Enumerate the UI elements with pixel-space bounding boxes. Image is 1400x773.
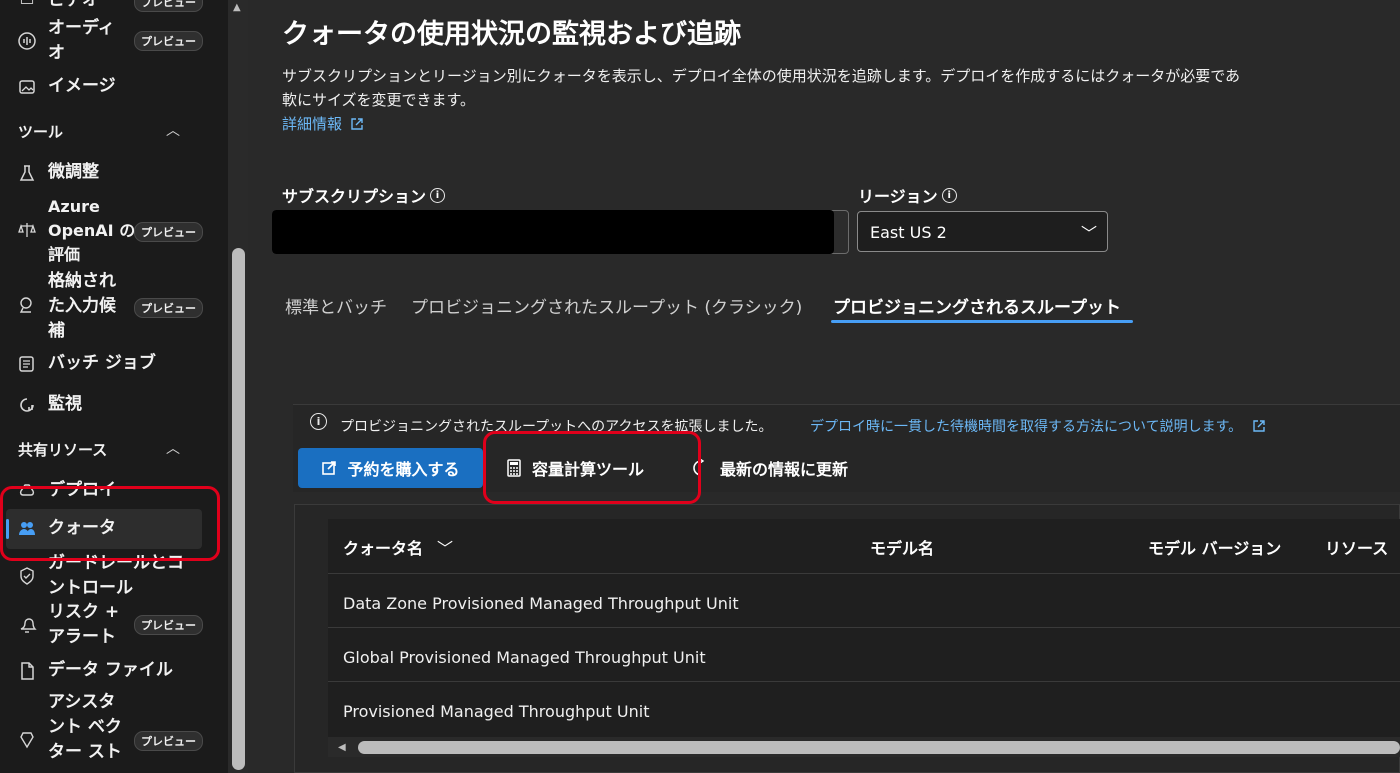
preview-badge: プレビュー: [134, 298, 203, 318]
scroll-up-arrow-icon[interactable]: ▲: [233, 2, 241, 13]
sidebar-item-label: Azure OpenAI の 評価: [48, 197, 136, 264]
column-header-resource[interactable]: リソース: [1325, 535, 1388, 559]
horizontal-scrollbar-thumb[interactable]: [358, 741, 1400, 754]
sidebar-item-risk-alerts[interactable]: リスク + アラート プレビュー: [0, 600, 210, 650]
scroll-left-arrow-icon[interactable]: ◀: [338, 742, 346, 753]
shared-section-heading: 共有リソース: [18, 441, 108, 459]
page-description: サブスクリプションとリージョン別にクォータを表示し、デプロイ全体の使用状況を追跡…: [282, 67, 1241, 85]
file-icon: [16, 660, 38, 682]
table-row[interactable]: Data Zone Provisioned Managed Throughput…: [343, 594, 739, 613]
audio-icon: [16, 30, 38, 52]
column-header-quota-name[interactable]: クォータ名 ﹀: [343, 535, 453, 559]
video-icon: ▭: [16, 0, 38, 10]
scale-icon: [16, 219, 38, 241]
sidebar-item-video[interactable]: ▭ ビデオ プレビュー: [0, 0, 210, 14]
preview-badge: プレビュー: [134, 731, 203, 751]
learn-more-label: 詳細情報: [282, 115, 343, 133]
vector-store-icon: [16, 728, 38, 750]
active-tab-indicator: [831, 320, 1133, 323]
tab-standard-batch[interactable]: 標準とバッチ: [285, 293, 387, 318]
sidebar-item-label: バッチ ジョブ: [48, 353, 156, 373]
batch-icon: [16, 353, 38, 375]
region-label-text: リージョン: [858, 187, 938, 206]
tab-provisioned-classic[interactable]: プロビジョニングされたスループット (クラシック): [411, 293, 802, 318]
collapse-chevron-icon[interactable]: ︿: [166, 438, 180, 458]
quota-highlight-box: [0, 486, 220, 561]
row-divider: [328, 573, 1400, 574]
sidebar-item-stored-completions[interactable]: 格納され た入力候 補 プレビュー: [0, 269, 210, 344]
sidebar-item-vector-store[interactable]: アシスタ ント ベク ター スト プレビュー: [0, 690, 210, 765]
sidebar: ▭ ビデオ プレビュー オーディ オ プレビュー イメージ ツール ︿ 微調整 …: [0, 0, 228, 773]
sidebar-item-batch[interactable]: バッチ ジョブ: [0, 351, 210, 379]
info-icon: i: [310, 413, 327, 430]
row-divider: [328, 681, 1400, 682]
sort-chevron-icon[interactable]: ﹀: [437, 535, 453, 559]
sidebar-item-finetune[interactable]: 微調整: [0, 160, 210, 188]
shield-icon: [16, 565, 38, 587]
banner-link[interactable]: デプロイ時に一貫した待機時間を取得する方法について説明します。: [810, 416, 1266, 436]
subscription-label: サブスクリプション i: [282, 183, 446, 207]
alert-icon: [16, 614, 38, 636]
column-header-model-version[interactable]: モデル バージョン: [1148, 535, 1281, 559]
sidebar-item-label: 監視: [48, 394, 82, 414]
image-icon: [16, 76, 38, 98]
open-external-icon: [322, 461, 337, 475]
sidebar-item-monitor[interactable]: 監視: [0, 392, 210, 420]
preview-badge: プレビュー: [134, 222, 203, 242]
scrollbar-thumb[interactable]: [232, 248, 245, 770]
external-link-icon: [1253, 420, 1265, 432]
sidebar-item-label: アシスタ ント ベク ター スト: [48, 692, 122, 762]
table-row[interactable]: Provisioned Managed Throughput Unit: [343, 702, 649, 721]
page-description-continued: 軟にサイズを変更できます。: [282, 91, 476, 109]
preview-badge: プレビュー: [134, 0, 203, 12]
info-icon[interactable]: i: [941, 187, 957, 203]
chevron-down-icon: ﹀: [1080, 224, 1097, 243]
main-content: クォータの使用状況の監視および追跡 サブスクリプションとリージョン別にクォータを…: [248, 0, 1400, 773]
purchase-reservation-label: 予約を購入する: [347, 460, 460, 479]
purchase-reservation-button[interactable]: 予約を購入する: [298, 448, 483, 488]
column-header-label: クォータ名: [343, 539, 424, 558]
sidebar-item-label: 微調整: [48, 162, 99, 182]
learn-more-link[interactable]: 詳細情報: [282, 113, 364, 134]
tab-provisioned[interactable]: プロビジョニングされるスループット: [833, 293, 1121, 318]
sidebar-item-label: 格納され た入力候 補: [48, 271, 116, 341]
tools-section-heading: ツール: [18, 123, 64, 141]
sidebar-item-evaluation[interactable]: Azure OpenAI の 評価 プレビュー: [0, 195, 210, 270]
refresh-label: 最新の情報に更新: [720, 460, 849, 479]
column-header-model-name[interactable]: モデル名: [870, 535, 934, 559]
sidebar-item-label: リスク + アラート: [48, 602, 120, 647]
monitor-icon: [16, 394, 38, 416]
subscription-label-text: サブスクリプション: [282, 187, 427, 206]
preview-badge: プレビュー: [134, 615, 203, 635]
sidebar-item-audio[interactable]: オーディ オ プレビュー: [0, 16, 210, 66]
sidebar-item-label: データ ファイル: [48, 660, 173, 680]
external-link-icon: [351, 117, 363, 130]
region-value: East US 2: [870, 223, 947, 242]
sidebar-item-image[interactable]: イメージ: [0, 74, 210, 102]
calculator-highlight-box: [483, 431, 701, 504]
row-divider: [328, 627, 1400, 628]
collapse-chevron-icon[interactable]: ︿: [166, 120, 180, 140]
stored-completions-icon: [16, 294, 38, 316]
banner-link-label: デプロイ時に一貫した待機時間を取得する方法について説明します。: [810, 419, 1243, 435]
region-label: リージョン i: [858, 183, 957, 207]
preview-badge: プレビュー: [134, 31, 203, 51]
sidebar-item-label: ビデオ: [48, 0, 99, 10]
sidebar-item-data-files[interactable]: データ ファイル: [0, 658, 210, 686]
table-row[interactable]: Global Provisioned Managed Throughput Un…: [343, 648, 706, 667]
region-dropdown[interactable]: East US 2 ﹀: [857, 211, 1108, 252]
page-title: クォータの使用状況の監視および追跡: [282, 19, 741, 50]
sidebar-item-label: オーディ オ: [48, 18, 115, 63]
info-icon[interactable]: i: [430, 187, 446, 203]
refresh-button[interactable]: 最新の情報に更新: [692, 448, 848, 488]
redacted-subscription-value: [272, 210, 834, 254]
flask-icon: [16, 162, 38, 184]
sidebar-item-label: イメージ: [48, 76, 116, 96]
